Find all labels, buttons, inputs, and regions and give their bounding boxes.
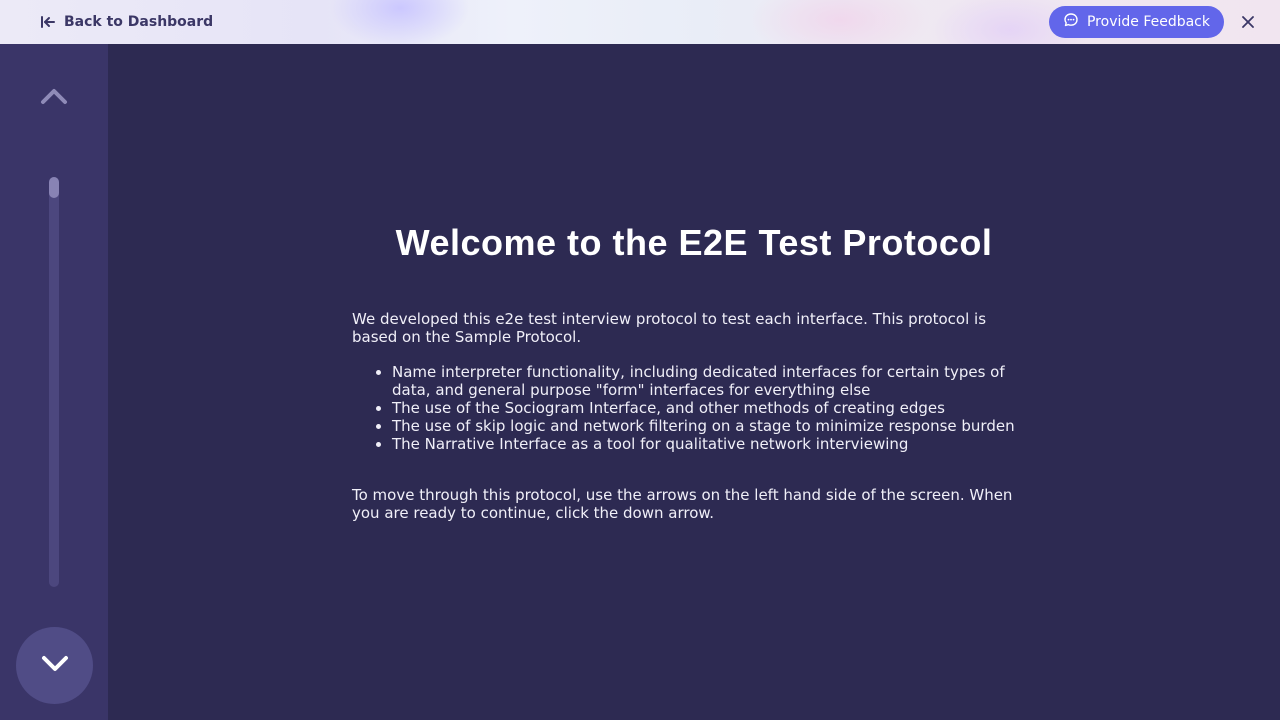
close-icon: [1242, 13, 1254, 32]
instructions-paragraph: To move through this protocol, use the a…: [352, 486, 1013, 522]
navigation-sidebar: [0, 44, 108, 720]
page-title: Welcome to the E2E Test Protocol: [395, 222, 993, 263]
back-to-dashboard-link[interactable]: Back to Dashboard: [40, 12, 213, 32]
feature-list: Name interpreter functionality, includin…: [352, 363, 1036, 453]
top-bar: Back to Dashboard Provide Feedback: [0, 0, 1280, 44]
stage-content: Welcome to the E2E Test Protocol We deve…: [352, 222, 1036, 522]
previous-stage-button[interactable]: [34, 84, 74, 112]
list-item: The use of skip logic and network filter…: [392, 417, 1036, 435]
list-item: The Narrative Interface as a tool for qu…: [392, 435, 1036, 453]
provide-feedback-button[interactable]: Provide Feedback: [1049, 6, 1224, 38]
list-item: Name interpreter functionality, includin…: [392, 363, 1036, 399]
list-item: The use of the Sociogram Interface, and …: [392, 399, 1036, 417]
chevron-down-icon: [41, 655, 69, 677]
back-label: Back to Dashboard: [64, 14, 214, 30]
feedback-label: Provide Feedback: [1086, 14, 1210, 30]
progress-bar: [49, 177, 59, 587]
progress-fill: [49, 177, 59, 198]
chevron-up-icon: [40, 87, 68, 109]
arrow-left-to-bar-icon: [40, 15, 56, 29]
chat-bubble-icon: [1063, 12, 1079, 32]
next-stage-button[interactable]: [16, 627, 93, 704]
close-button[interactable]: [1238, 12, 1258, 32]
intro-paragraph: We developed this e2e test interview pro…: [352, 310, 987, 346]
